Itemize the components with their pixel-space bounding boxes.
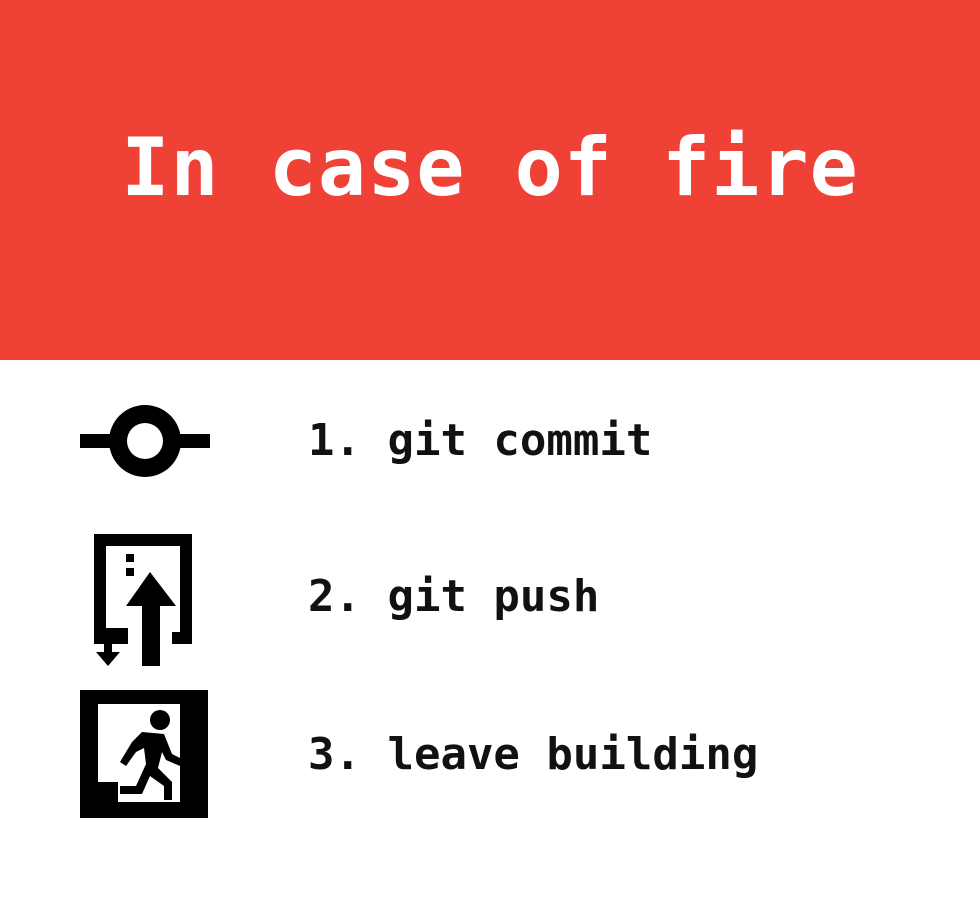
commit-icon — [80, 376, 210, 506]
step-leave-text: 3. leave building — [308, 729, 759, 780]
step-commit: 1. git commit — [0, 376, 980, 506]
step-leave: 3. leave building — [0, 690, 980, 820]
step-push-text: 2. git push — [308, 571, 600, 622]
poster: In case of fire 1. git commit 2. git pus… — [0, 0, 980, 900]
step-commit-text: 1. git commit — [308, 415, 653, 466]
banner: In case of fire — [0, 0, 980, 360]
push-arrow-icon — [80, 532, 210, 666]
step-push: 2. git push — [0, 532, 980, 666]
emergency-exit-icon — [80, 690, 210, 820]
banner-title: In case of fire — [121, 121, 859, 214]
